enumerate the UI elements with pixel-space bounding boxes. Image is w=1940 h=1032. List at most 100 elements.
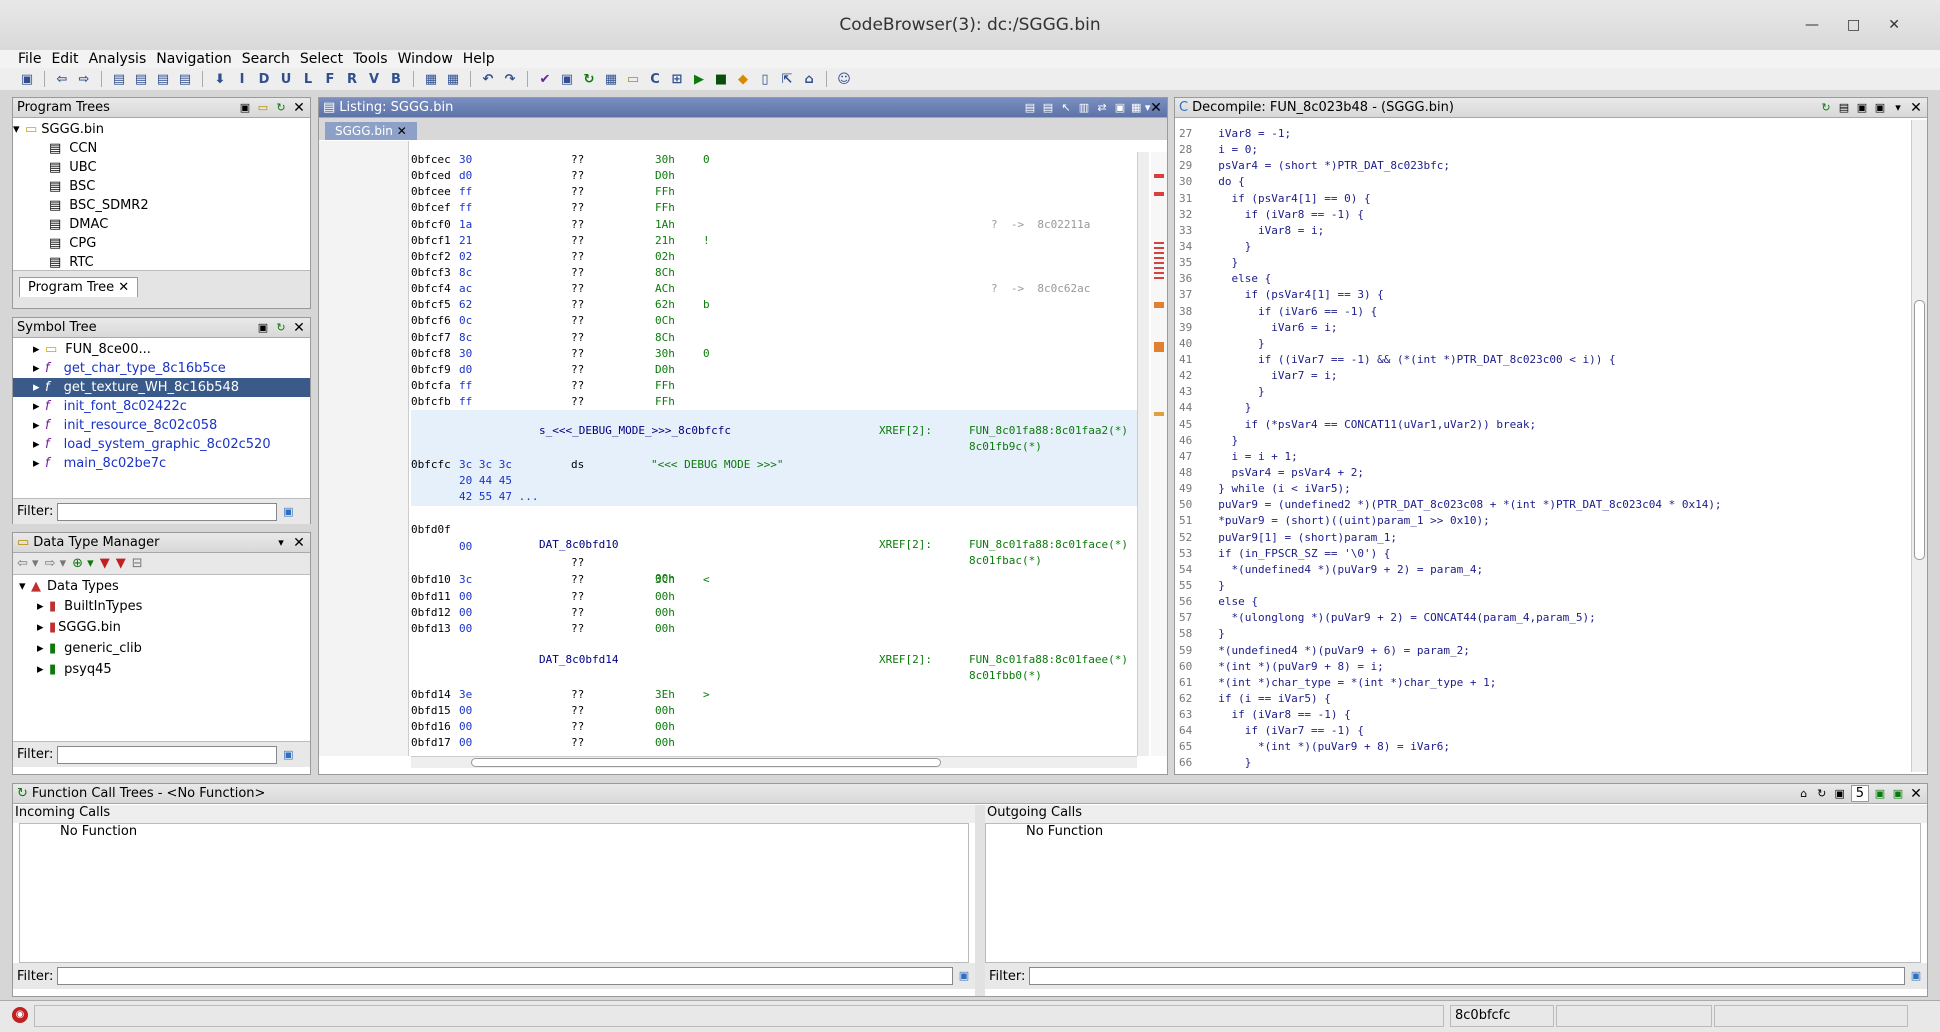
- listing-row[interactable]: 0bfd15 00?? 00h: [411, 703, 1137, 719]
- code-line[interactable]: 29 psVar4 = (short *)PTR_DAT_8c023bfc;: [1179, 158, 1909, 174]
- diamond-icon[interactable]: ◆: [734, 70, 752, 88]
- code-line[interactable]: 28 i = 0;: [1179, 142, 1909, 158]
- expand-icon[interactable]: ▣: [1873, 787, 1887, 801]
- close-icon[interactable]: ✕: [1149, 101, 1163, 115]
- listing-row[interactable]: 0bfd16 00?? 00h: [411, 719, 1137, 735]
- menu-window[interactable]: Window: [398, 51, 453, 67]
- tree-item[interactable]: ▤ RTC: [13, 253, 310, 270]
- listing-row[interactable]: 0bfd12 00?? 00h: [411, 605, 1137, 621]
- code-line[interactable]: 53 if (in_FPSCR_SZ == '\0') {: [1179, 546, 1909, 562]
- filter-icon[interactable]: ▼: [100, 556, 110, 571]
- menu-select[interactable]: Select: [300, 51, 343, 67]
- listing-row[interactable]: 0bfd0f 00 ?? 00h: [411, 506, 1137, 584]
- tree-item[interactable]: ▤ DMAC: [13, 215, 310, 234]
- function-icon[interactable]: F: [321, 70, 339, 88]
- hscroll-thumb[interactable]: [471, 758, 941, 767]
- filter-options-icon[interactable]: ▣: [281, 505, 295, 519]
- format-icon[interactable]: ▥: [1077, 101, 1091, 115]
- code-line[interactable]: 52 puVar9[1] = (short)param_1;: [1179, 530, 1909, 546]
- depth-value[interactable]: 5: [1850, 785, 1869, 802]
- code-line[interactable]: 51 *puVar9 = (short)((uint)param_1 >> 0x…: [1179, 513, 1909, 529]
- pane-divider[interactable]: [975, 805, 985, 996]
- help-icon[interactable]: ☺: [835, 70, 853, 88]
- listing-row[interactable]: 0bfd14 3e?? 3Eh >: [411, 687, 1137, 703]
- listing-vscroll[interactable]: [1137, 152, 1149, 756]
- code-line[interactable]: 33 iVar8 = i;: [1179, 223, 1909, 239]
- refresh-icon[interactable]: ↻: [580, 70, 598, 88]
- code-line[interactable]: 37 if (psVar4[1] == 3) {: [1179, 287, 1909, 303]
- code-line[interactable]: 50 puVar9 = (undefined2 *)(PTR_DAT_8c023…: [1179, 497, 1909, 513]
- copy-icon[interactable]: ▤: [1837, 101, 1851, 115]
- snapshot-icon[interactable]: ▣: [1873, 101, 1887, 115]
- listing-row[interactable]: 0bfcf1 21?? 21h!: [411, 233, 1137, 249]
- code-line[interactable]: 44 }: [1179, 400, 1909, 416]
- code-line[interactable]: 38 if (iVar6 == -1) {: [1179, 304, 1909, 320]
- tree-root[interactable]: ▾ ▲ Data Types: [13, 577, 310, 596]
- tree-item[interactable]: ▤ BSC: [13, 177, 310, 196]
- close-icon[interactable]: ✕: [292, 321, 306, 335]
- debug-xref-2[interactable]: 8c01fb9c(*): [969, 440, 1042, 453]
- undo-icon[interactable]: ↶: [479, 70, 497, 88]
- nav-icon[interactable]: ▤: [132, 70, 150, 88]
- code-line[interactable]: 46 }: [1179, 433, 1909, 449]
- forward-arrow-icon[interactable]: ⇨: [75, 70, 93, 88]
- tree-item[interactable]: ▸ ▮ BuiltInTypes: [13, 596, 310, 617]
- code-line[interactable]: 62 if (i == iVar5) {: [1179, 691, 1909, 707]
- new-tree-icon[interactable]: ▣: [238, 101, 252, 115]
- code-line[interactable]: 36 else {: [1179, 271, 1909, 287]
- menu-analysis[interactable]: Analysis: [89, 51, 147, 67]
- tree-item[interactable]: ▸ f init_resource_8c02c058: [13, 416, 310, 435]
- code-line[interactable]: 42 iVar7 = i;: [1179, 368, 1909, 384]
- code-line[interactable]: 27 iVar8 = -1;: [1179, 126, 1909, 142]
- play-icon[interactable]: ▶: [690, 70, 708, 88]
- menu-tools[interactable]: Tools: [353, 51, 388, 67]
- code-line[interactable]: 55 }: [1179, 578, 1909, 594]
- code-line[interactable]: 58 }: [1179, 626, 1909, 642]
- listing-row[interactable]: 0bfcee ff?? FFh: [411, 184, 1137, 200]
- tree-root[interactable]: ▾ ▭ SGGG.bin: [13, 120, 310, 139]
- tree-item[interactable]: ▸ f load_system_graphic_8c02c520: [13, 435, 310, 454]
- page-icon[interactable]: ▯: [756, 70, 774, 88]
- tree-item[interactable]: ▸ f init_font_8c02422c: [13, 397, 310, 416]
- code-line[interactable]: 39 iVar6 = i;: [1179, 320, 1909, 336]
- cursor-icon[interactable]: ↖: [1059, 101, 1073, 115]
- listing-row[interactable]: 0bfd11 00?? 00h: [411, 589, 1137, 605]
- code-line[interactable]: 40 }: [1179, 336, 1909, 352]
- listing-row[interactable]: 0bfd13 00?? 00h: [411, 621, 1137, 637]
- new-symbol-icon[interactable]: ▣: [256, 321, 270, 335]
- filter-options-icon[interactable]: ▣: [281, 748, 295, 762]
- back-arrow-icon[interactable]: ⇦ ▾: [17, 556, 39, 571]
- code-line[interactable]: 48 psVar4 = psVar4 + 2;: [1179, 465, 1909, 481]
- forward-arrow-icon[interactable]: ⇨ ▾: [45, 556, 67, 571]
- close-icon[interactable]: ✕: [397, 124, 407, 138]
- tree-icon[interactable]: ⌂: [800, 70, 818, 88]
- listing-row[interactable]: 0bfcf7 8c?? 8Ch: [411, 330, 1137, 346]
- graph-icon[interactable]: ⊞: [668, 70, 686, 88]
- tree-item[interactable]: ▤ CPG: [13, 234, 310, 253]
- tab-program-tree[interactable]: Program Tree ✕: [19, 277, 139, 297]
- code-line[interactable]: 63 if (iVar8 == -1) {: [1179, 707, 1909, 723]
- refresh-icon[interactable]: ↻: [274, 101, 288, 115]
- snapshot-icon[interactable]: ▣: [1113, 101, 1127, 115]
- tree-item[interactable]: ▤ CCN: [13, 139, 310, 158]
- code-line[interactable]: 31 if (psVar4[1] == 0) {: [1179, 191, 1909, 207]
- tree-item[interactable]: ▸ f main_8c02be7c: [13, 454, 310, 473]
- tree-item[interactable]: ▸ ▭ FUN_8ce00...: [13, 340, 310, 359]
- export-icon[interactable]: ⇱: [778, 70, 796, 88]
- close-icon[interactable]: ✕: [1909, 101, 1923, 115]
- code-line[interactable]: 34 }: [1179, 239, 1909, 255]
- bookmark-icon[interactable]: R: [343, 70, 361, 88]
- listing-row[interactable]: 0bfced d0?? D0h: [411, 168, 1137, 184]
- data-icon[interactable]: D: [255, 70, 273, 88]
- menu-search[interactable]: Search: [242, 51, 290, 67]
- listing-row[interactable]: 0bfcf0 1a?? 1Ah ? -> 8c02211a: [411, 217, 1137, 233]
- close-icon[interactable]: ✕: [292, 101, 306, 115]
- b-icon[interactable]: B: [387, 70, 405, 88]
- down-arrow-icon[interactable]: ⬇: [211, 70, 229, 88]
- code-line[interactable]: 47 i = i + 1;: [1179, 449, 1909, 465]
- paste-icon[interactable]: ▤: [1041, 101, 1055, 115]
- decompile-vscroll[interactable]: [1911, 120, 1927, 772]
- tree-item[interactable]: ▸ ▮ psyq45: [13, 659, 310, 680]
- grid-icon[interactable]: ▦: [602, 70, 620, 88]
- listing-row[interactable]: 0bfcf4 ac?? ACh ? -> 8c0c62ac: [411, 281, 1137, 297]
